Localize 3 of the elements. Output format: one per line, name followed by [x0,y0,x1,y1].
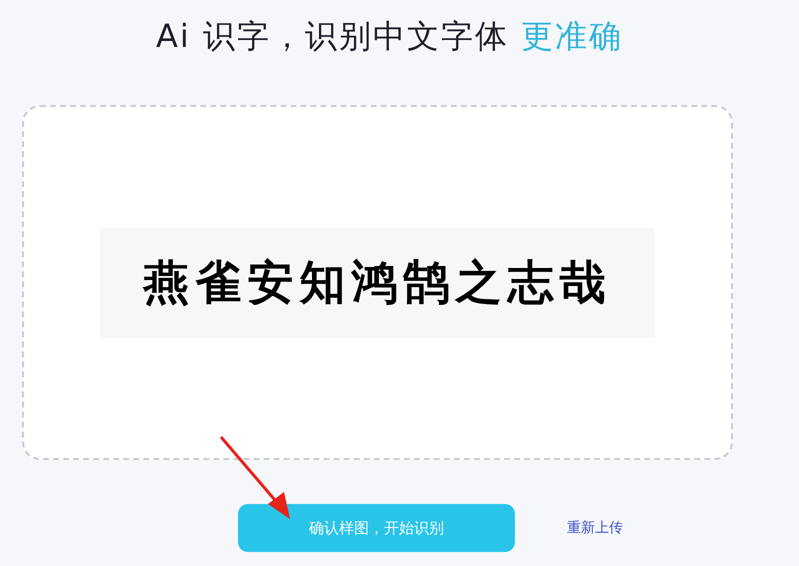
page-title: Ai 识字，识别中文字体 更准确 [156,16,624,57]
sample-text: 燕雀安知鸿鹄之志哉 [144,254,612,311]
reupload-link[interactable]: 重新上传 [567,518,623,538]
